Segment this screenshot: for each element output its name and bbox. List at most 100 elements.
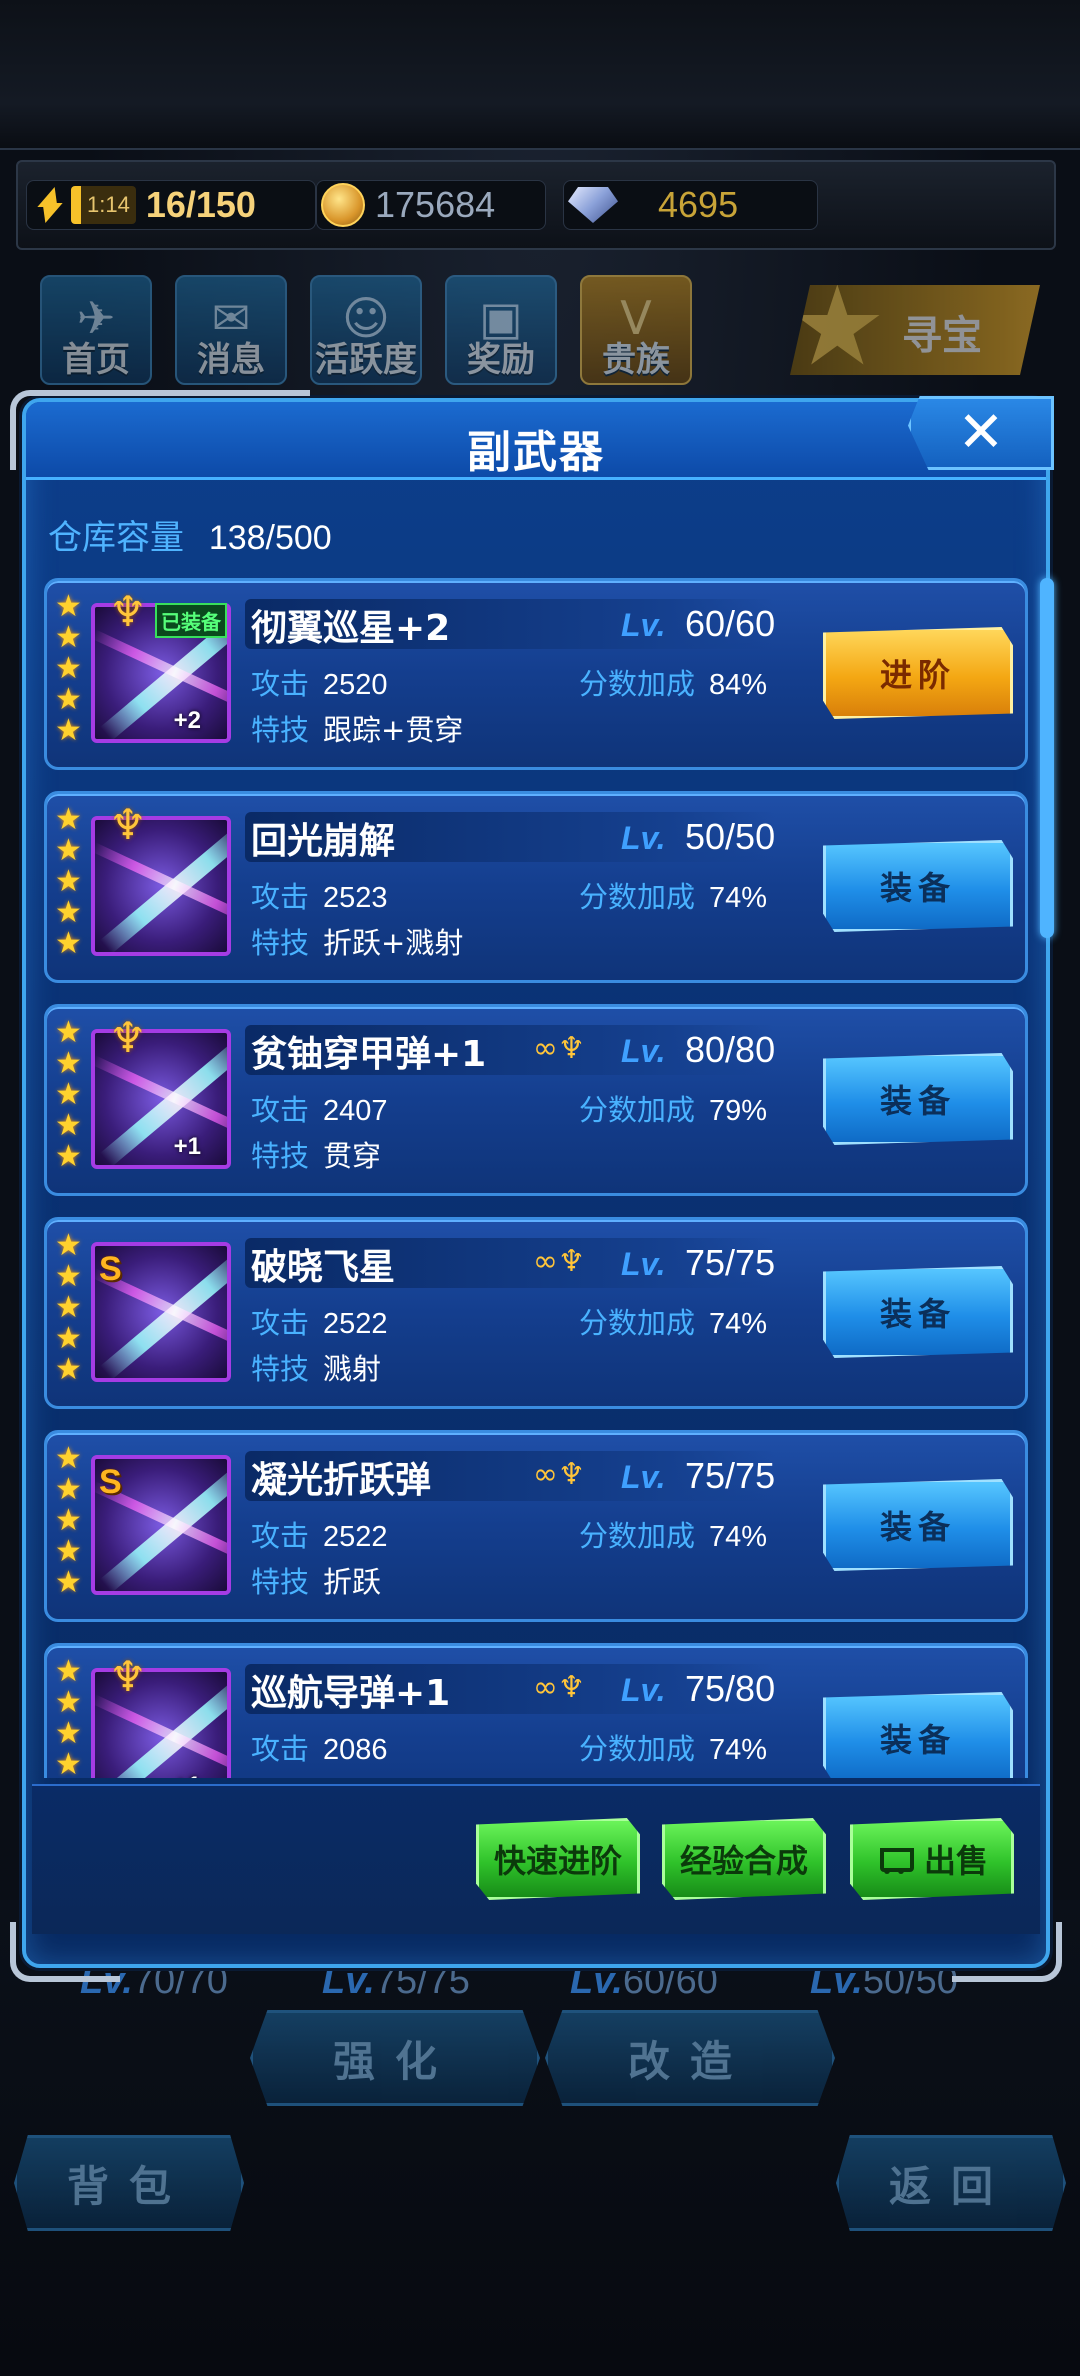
storage-capacity: 仓库容量 138/500: [48, 510, 332, 559]
weapon-name: 巡航导弹+1: [251, 1673, 451, 1714]
star-icon: ★: [55, 589, 82, 624]
nav-activity-label: 活跃度: [315, 340, 417, 380]
enhance-button[interactable]: 强化: [250, 2010, 540, 2106]
weapon-name: 凝光折跃弹: [251, 1460, 432, 1501]
energy-count: 16/150: [145, 184, 256, 225]
coin-slot[interactable]: 175684: [316, 180, 546, 230]
equip-button[interactable]: 装备: [823, 1479, 1013, 1571]
close-button[interactable]: ✕: [908, 396, 1054, 470]
nav-noble-button[interactable]: V 贵族: [580, 275, 692, 385]
treasure-label: 寻宝: [902, 313, 982, 359]
weapon-thumbnail[interactable]: S: [91, 1455, 231, 1595]
star-icon: ★: [55, 1228, 82, 1263]
special-skill: 特技 折跃: [251, 1565, 382, 1599]
dialog-footer: 快速进阶 经验合成 出售: [32, 1784, 1040, 1934]
list-scrollbar[interactable]: [1038, 578, 1054, 1778]
nav-home-button[interactable]: ✈ 首页: [40, 275, 152, 385]
star-icon: ★: [55, 1441, 82, 1476]
modify-button[interactable]: 改造: [545, 2010, 835, 2106]
star-icon: ★: [55, 1108, 82, 1143]
level-label: Lv.: [621, 607, 666, 643]
star-rating: ★★★★★: [55, 804, 85, 959]
quick-advance-button[interactable]: 快速进阶: [476, 1818, 640, 1900]
sell-label: 出售: [923, 1842, 988, 1880]
star-icon: ★: [55, 864, 82, 899]
level-value: 75/75: [685, 1242, 776, 1283]
weapon-row[interactable]: ★ ★ ★ ★ ★ +2 ♆ 已装备 彻翼巡星+2 Lv. 60/60 攻击 2520 分数加成 84% 特技…: [44, 578, 1028, 770]
level-value: 75/75: [685, 1455, 776, 1496]
close-icon: ✕: [957, 400, 1005, 465]
equip-button[interactable]: 装备: [823, 840, 1013, 932]
dialog-title: 副武器: [467, 427, 605, 478]
star-icon: ★: [55, 1015, 82, 1050]
special-skill: 特技 折跃+溅射: [251, 926, 464, 960]
special-skill: 特技 贯穿: [251, 1139, 382, 1173]
equipped-badge: 已装备: [155, 603, 227, 638]
evolution-chain-icon: ∞♆: [533, 1031, 585, 1066]
lightning-icon: [35, 187, 65, 223]
advance-button[interactable]: 进阶: [823, 627, 1013, 719]
capacity-value: 138/500: [208, 519, 332, 557]
star-icon: ★: [55, 1290, 82, 1325]
star-icon: ★: [55, 1321, 82, 1356]
wings-icon: ♆: [109, 587, 147, 636]
star-icon: ★: [55, 895, 82, 930]
equip-button[interactable]: 装备: [823, 1053, 1013, 1145]
energy-slot[interactable]: 1:14 16/150: [26, 180, 316, 230]
rank-badge: S: [99, 1250, 122, 1288]
level-value: 60/60: [685, 603, 776, 644]
weapon-list[interactable]: ★ ★ ★ ★ ★ +2 ♆ 已装备 彻翼巡星+2 Lv. 60/60 攻击 2520 分数加成 84% 特技…: [44, 578, 1044, 1778]
weapon-row[interactable]: ★ ★ ★ ★ ★ +1 ♆ 贫铀穿甲弹+1 ∞♆ Lv. 80/80 攻击 2407 分数加成 79% 特技…: [44, 1004, 1028, 1196]
nav-noble-label: 贵族: [602, 340, 670, 380]
score-bonus-stat: 分数加成 84%: [579, 667, 768, 701]
star-icon: ★: [55, 802, 82, 837]
weapon-name: 贫铀穿甲弹+1: [251, 1034, 487, 1075]
star-icon: ★: [55, 1077, 82, 1112]
star-icon: ★: [55, 713, 82, 748]
evolution-chain-icon: ∞♆: [533, 1670, 585, 1705]
attack-stat: 攻击 2523: [251, 880, 388, 914]
evolution-chain-icon: ∞♆: [533, 1457, 585, 1492]
capacity-label: 仓库容量: [48, 518, 184, 558]
score-bonus-stat: 分数加成 74%: [579, 880, 768, 914]
equip-button[interactable]: 装备: [823, 1266, 1013, 1358]
dialog-title-bar: 副武器: [26, 402, 1046, 480]
attack-stat: 攻击 2522: [251, 1306, 388, 1340]
nav-messages-label: 消息: [197, 340, 265, 380]
weapon-name: 彻翼巡星+2: [251, 608, 451, 649]
upgrade-level: +2: [173, 707, 201, 734]
star-rating: ★★★★★: [55, 1656, 85, 1778]
exp-merge-button[interactable]: 经验合成: [662, 1818, 826, 1900]
nav-home-label: 首页: [62, 340, 130, 380]
level-label: Lv.: [621, 1672, 666, 1708]
weapon-name: 回光崩解: [251, 821, 396, 862]
weapon-row[interactable]: ★ ★ ★ ★ ★ S 破晓飞星 ∞♆ Lv. 75/75 攻击 2522 分数加成 74% 特技 溅射 装备: [44, 1217, 1028, 1409]
weapon-row[interactable]: ★ ★ ★ ★ ★ ♆ 回光崩解 Lv. 50/50 攻击 2523 分数加成 74% 特技 折跃+溅射 装备: [44, 791, 1028, 983]
star-rating: ★★★★★: [55, 1443, 85, 1598]
bag-button[interactable]: 背包: [14, 2135, 244, 2231]
score-bonus-stat: 分数加成 74%: [579, 1519, 768, 1553]
weapon-row[interactable]: ★★★★★ +1 ♆ 巡航导弹+1 ∞♆ Lv. 75/80 攻击2086 分数加成74% 特技跟…: [44, 1643, 1028, 1778]
sell-button[interactable]: 出售: [850, 1818, 1014, 1900]
back-button[interactable]: 返回: [836, 2135, 1066, 2231]
wings-icon: ♆: [109, 800, 147, 849]
gem-slot[interactable]: 4695: [563, 180, 818, 230]
treasure-hunt-button[interactable]: ★ 寻宝: [790, 285, 1040, 375]
nav-messages-button[interactable]: ✉ 消息: [175, 275, 287, 385]
nav-rewards-button[interactable]: ▣ 奖励: [445, 275, 557, 385]
gem-icon: [568, 187, 618, 223]
nav-activity-button[interactable]: ☺ 活跃度: [310, 275, 422, 385]
scrollbar-thumb[interactable]: [1040, 578, 1054, 938]
star-icon: ★: [55, 1046, 82, 1081]
equip-button[interactable]: 装备: [823, 1692, 1013, 1778]
attack-stat: 攻击 2407: [251, 1093, 388, 1127]
attack-stat: 攻击 2086: [251, 1732, 388, 1766]
gem-count: 4695: [658, 184, 739, 225]
coin-count: 175684: [375, 184, 496, 225]
star-icon: ★: [55, 1472, 82, 1507]
star-icon: ★: [55, 926, 82, 961]
cart-icon: [876, 1844, 914, 1874]
weapon-row[interactable]: ★ ★ ★ ★ ★ S 凝光折跃弹 ∞♆ Lv. 75/75 攻击 2522 分数加成 74% 特技 折跃 装备: [44, 1430, 1028, 1622]
special-skill: 特技 跟踪+贯穿: [251, 713, 464, 747]
weapon-thumbnail[interactable]: S: [91, 1242, 231, 1382]
